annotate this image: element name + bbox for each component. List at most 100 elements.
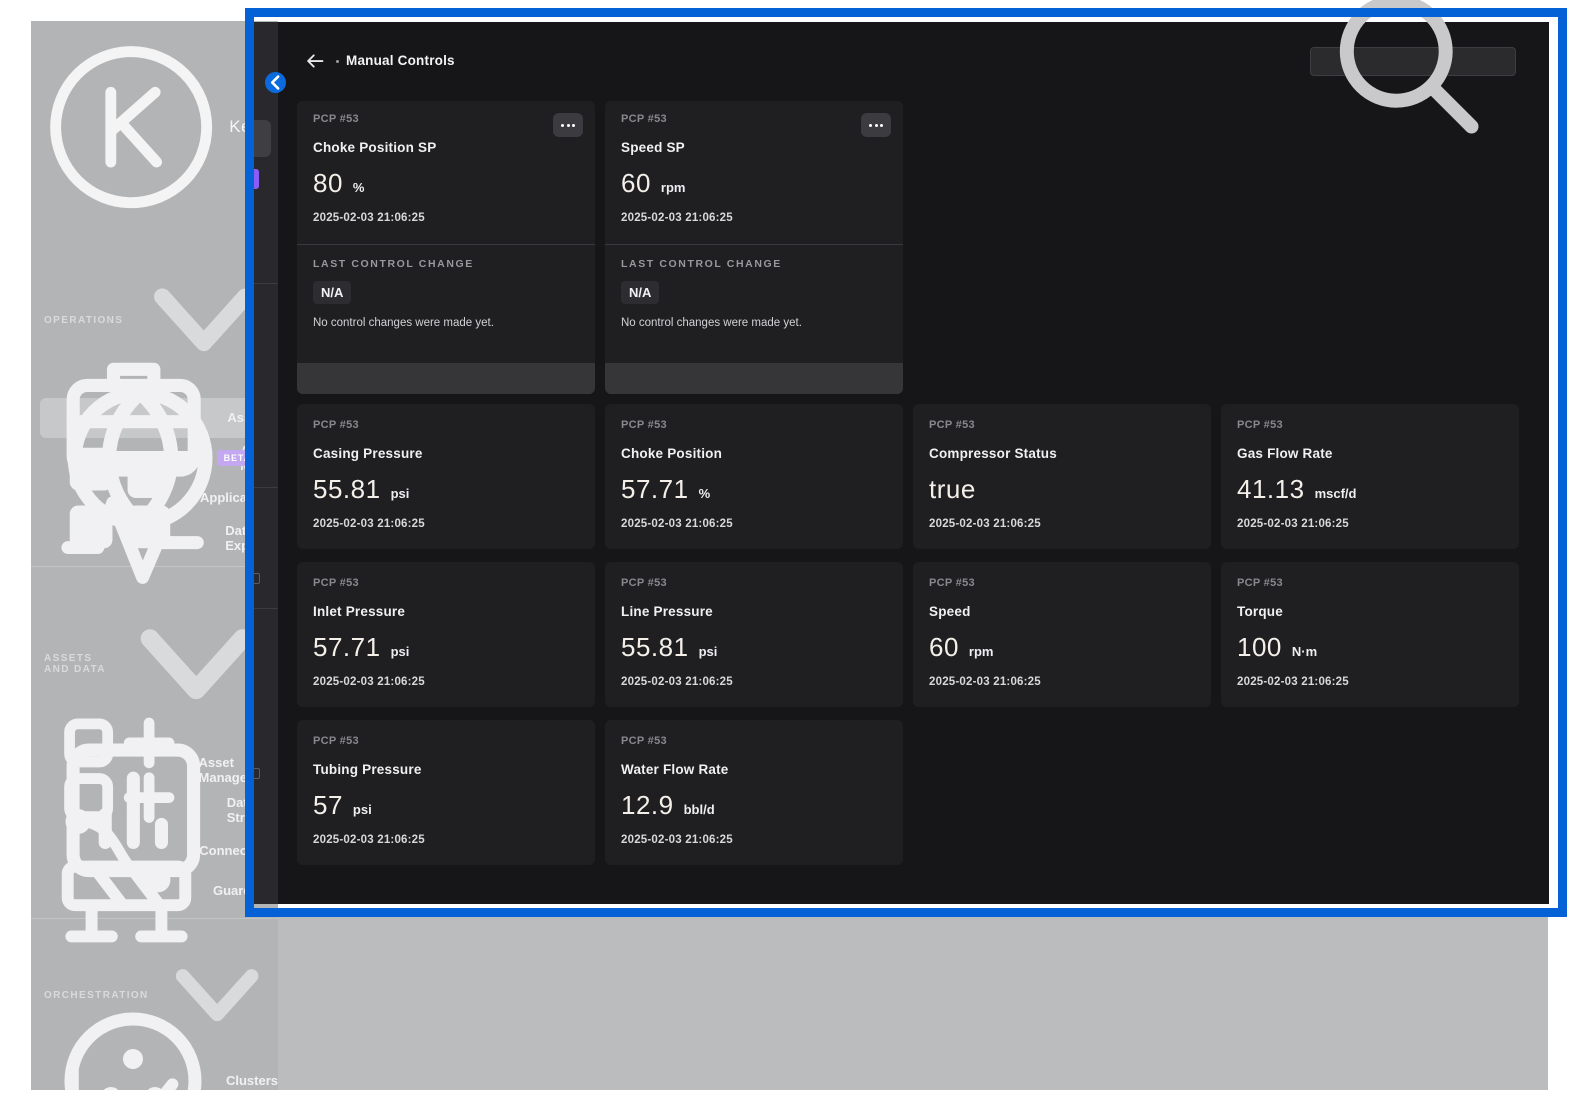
- sidebar: Kelvin OPERATIONSAssetsAsset MapBETAAppl…: [31, 21, 278, 1090]
- card-timestamp: 2025-02-03 21:06:25: [621, 212, 887, 224]
- card-unit: rpm: [969, 644, 994, 659]
- menu-dot: [572, 124, 575, 127]
- card-timestamp: 2025-02-03 21:06:25: [313, 518, 579, 530]
- metric-card-water-flow-rate[interactable]: PCP #53 Water Flow Rate 12.9 bbl/d 2025-02-0…: [605, 720, 903, 865]
- last-control-change-note: No control changes were made yet.: [313, 317, 579, 329]
- card-menu-button[interactable]: [861, 113, 891, 137]
- card-main-section: PCP #53Choke Position SP80%2025-02-03 21…: [297, 101, 595, 245]
- card-value-row: 60 rpm: [929, 632, 1195, 663]
- card-value-row: 55.81psi: [313, 474, 579, 505]
- card-value-row: true: [929, 474, 1195, 505]
- beta-badge-fragment: [254, 169, 259, 189]
- sidebar-item-label: Clusters: [226, 1073, 278, 1088]
- card-title: Speed: [929, 604, 1195, 619]
- card-value: 12.9: [621, 790, 674, 821]
- card-title: Gas Flow Rate: [1237, 446, 1503, 461]
- control-card-speed-sp: PCP #53Speed SP60rpm2025-02-03 21:06:25L…: [605, 101, 903, 394]
- menu-dot: [880, 124, 883, 127]
- card-main-section: PCP #53Speed SP60rpm2025-02-03 21:06:25: [605, 101, 903, 245]
- card-asset-label: PCP #53: [621, 735, 887, 747]
- card-asset-label: PCP #53: [621, 577, 887, 589]
- card-value: 80: [313, 168, 343, 199]
- kelvin-logo-icon: [44, 40, 218, 214]
- card-value-row: 100 N·m: [1237, 632, 1503, 663]
- card-asset-label: PCP #53: [313, 419, 579, 431]
- last-control-change-badge: N/A: [621, 281, 659, 304]
- menu-dot: [561, 124, 564, 127]
- last-control-change-section: LAST CONTROL CHANGEN/ANo control changes…: [297, 245, 595, 329]
- back-button[interactable]: [305, 51, 325, 71]
- main-content: Manual Controls PCP #53Choke Position SP…: [278, 22, 1549, 904]
- metric-card-line-pressure[interactable]: PCP #53Line Pressure55.81psi2025-02-03 2…: [605, 562, 903, 707]
- metric-card-choke-position[interactable]: PCP #53Choke Position57.71%2025-02-03 21…: [605, 404, 903, 549]
- sidebar-undimmed-strip: [254, 22, 278, 904]
- menu-dot: [567, 124, 570, 127]
- card-value: 60: [929, 632, 959, 663]
- card-unit: bbl/d: [684, 802, 715, 817]
- metric-card-tubing-pressure[interactable]: PCP #53Tubing Pressure57psi2025-02-03 21…: [297, 720, 595, 865]
- back-arrow-icon: [305, 51, 325, 71]
- sidebar-collapse-button[interactable]: [265, 72, 286, 93]
- control-card-choke-position-sp: PCP #53Choke Position SP80%2025-02-03 21…: [297, 101, 595, 394]
- card-footer-bar[interactable]: [605, 363, 903, 394]
- card-asset-label: PCP #53: [621, 419, 887, 431]
- search-input[interactable]: [1501, 54, 1505, 70]
- search-box[interactable]: [1310, 47, 1516, 76]
- card-title: Compressor Status: [929, 446, 1195, 461]
- card-timestamp: 2025-02-03 21:06:25: [621, 518, 887, 530]
- data-explorer-icon: [53, 458, 212, 617]
- metric-card-casing-pressure[interactable]: PCP #53Casing Pressure55.81psi2025-02-03…: [297, 404, 595, 549]
- card-asset-label: PCP #53: [313, 735, 579, 747]
- card-value-row: 12.9 bbl/d: [621, 790, 887, 821]
- card-menu-button[interactable]: [553, 113, 583, 137]
- card-asset-label: PCP #53: [621, 113, 887, 125]
- card-value: true: [929, 474, 976, 505]
- section-label: OPERATIONS: [44, 315, 123, 326]
- metric-card-inlet-pressure[interactable]: PCP #53 Inlet Pressure 57.71psi 2025-02-03 …: [297, 562, 595, 707]
- card-value-row: 57.71psi: [313, 632, 579, 663]
- metric-card-gas-flow-rate[interactable]: PCP #53Gas Flow Rate41.13mscf/d2025-02-0…: [1221, 404, 1519, 549]
- section-label: ORCHESTRATION: [44, 990, 149, 1001]
- menu-dot: [869, 124, 872, 127]
- card-value-row: 57psi: [313, 790, 579, 821]
- card-timestamp: 2025-02-03 21:06:25: [313, 676, 579, 688]
- card-value-row: 55.81 psi: [621, 632, 887, 663]
- card-value: 100: [1237, 632, 1282, 663]
- card-asset-label: PCP #53: [929, 577, 1195, 589]
- sidebar-item-data-explorer[interactable]: Data Explorer: [31, 518, 278, 558]
- metric-card-torque[interactable]: PCP #53 Torque 100 N·m 2025-02-03 21:06:25: [1221, 562, 1519, 707]
- card-timestamp: 2025-02-03 21:06:25: [1237, 676, 1503, 688]
- card-title: Torque: [1237, 604, 1503, 619]
- card-value: 55.81: [313, 474, 381, 505]
- card-value: 55.81: [621, 632, 689, 663]
- card-unit: psi: [699, 644, 718, 659]
- metric-card-compressor-status[interactable]: PCP #53Compressor Statustrue2025-02-03 2…: [913, 404, 1211, 549]
- card-unit: N·m: [1292, 644, 1317, 659]
- card-title: Line Pressure: [621, 604, 887, 619]
- card-title: Tubing Pressure: [313, 762, 579, 777]
- metric-card-speed[interactable]: PCP #53Speed60rpm2025-02-03 21:06:25: [913, 562, 1211, 707]
- card-value-row: 80%: [313, 168, 579, 199]
- card-unit: %: [699, 486, 711, 501]
- last-control-change-badge: N/A: [313, 281, 351, 304]
- page-title: Manual Controls: [346, 53, 455, 68]
- sidebar-section-operations: OPERATIONSAssetsAsset MapBETAApplication…: [31, 231, 278, 566]
- sidebar-item-guardrails[interactable]: Guardrails: [31, 870, 278, 910]
- card-asset-label: PCP #53: [1237, 577, 1503, 589]
- card-title: Water Flow Rate: [621, 762, 887, 777]
- card-value: 41.13: [1237, 474, 1305, 505]
- kelvin-logo: Kelvin: [31, 21, 278, 231]
- card-value: 57.71: [313, 632, 381, 663]
- card-footer-bar[interactable]: [297, 363, 595, 394]
- card-timestamp: 2025-02-03 21:06:25: [1237, 518, 1503, 530]
- chevron-left-icon: [265, 72, 286, 93]
- card-asset-label: PCP #53: [313, 577, 579, 589]
- card-title: Inlet Pressure: [313, 604, 579, 619]
- card-timestamp: 2025-02-03 21:06:25: [621, 834, 887, 846]
- menu-dot: [875, 124, 878, 127]
- card-asset-label: PCP #53: [313, 113, 579, 125]
- card-value-row: 57.71%: [621, 474, 887, 505]
- search-icon: [1321, 0, 1493, 148]
- divider: [254, 608, 278, 609]
- selected-item-fragment: [254, 120, 271, 157]
